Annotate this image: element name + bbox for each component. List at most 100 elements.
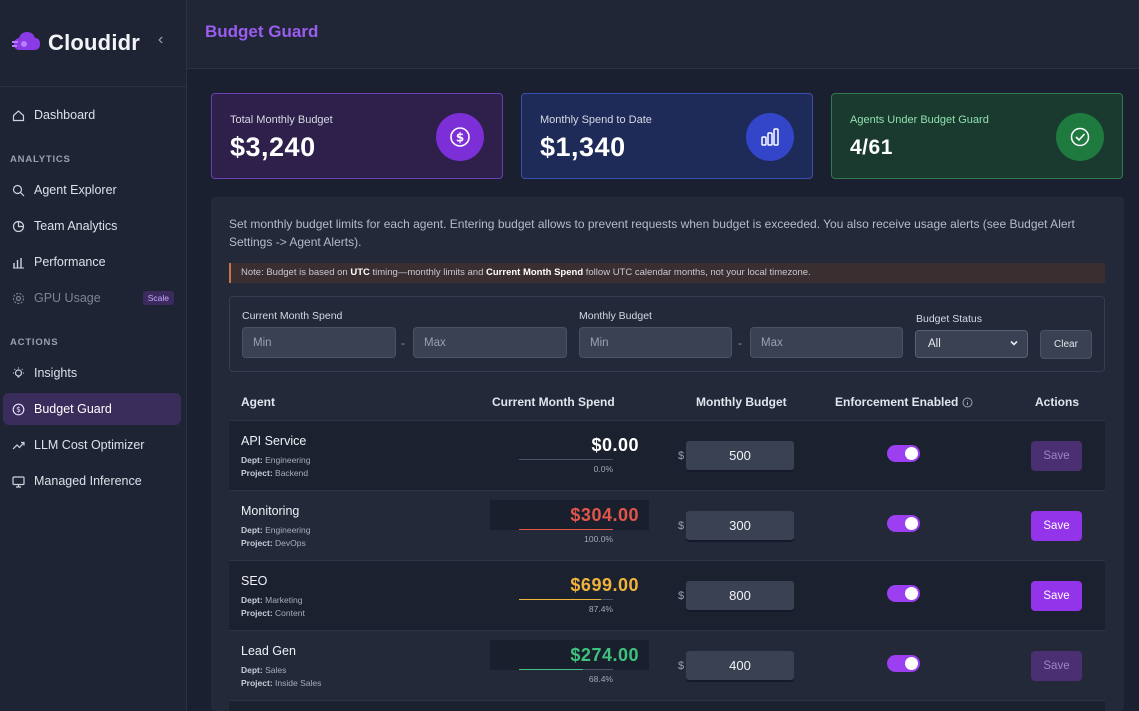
filter-label-spend: Current Month Spend [242, 310, 343, 322]
spend-progress [519, 529, 613, 530]
chevron-down-icon [1009, 338, 1019, 351]
enforcement-toggle[interactable] [887, 445, 920, 462]
filters: Current Month Spend Min - Max Monthly Bu… [229, 296, 1105, 372]
top-bar: Budget Guard [187, 0, 1139, 69]
sidebar-item-label: Dashboard [34, 108, 96, 122]
sidebar-item-team-analytics[interactable]: Team Analytics [3, 210, 181, 242]
section-label-analytics: ANALYTICS [10, 154, 71, 165]
sidebar-item-label: Team Analytics [34, 219, 118, 233]
sidebar-item-label: Budget Guard [34, 402, 112, 416]
lightbulb-icon [11, 366, 25, 380]
save-button[interactable]: Save [1031, 511, 1082, 541]
stat-card-total-budget: Total Monthly Budget $3,240 $ [211, 93, 503, 179]
brand-name: Cloudidr [48, 30, 141, 55]
currency-symbol: $ [678, 520, 685, 532]
stat-card-agents-guarded: Agents Under Budget Guard 4/61 [831, 93, 1123, 179]
agent-name: Lead Gen [241, 644, 296, 658]
gear-icon [11, 291, 25, 305]
spend-progress [519, 459, 613, 460]
current-spend: $274.00 [490, 640, 649, 670]
table-row: SEO Dept: Marketing Project: Content $69… [229, 560, 1105, 630]
budget-status-select[interactable]: All [915, 330, 1028, 358]
currency-symbol: $ [678, 450, 685, 462]
sidebar-item-gpu-usage[interactable]: GPU Usage Scale [3, 282, 181, 314]
dollar-circle-icon: $ [11, 402, 25, 416]
utc-note: Note: Budget is based on UTC timing—mont… [229, 263, 1105, 283]
agent-project: Project: DevOps [241, 538, 306, 548]
check-circle-icon [1056, 113, 1104, 161]
agent-dept: Dept: Engineering [241, 455, 311, 465]
enforcement-toggle[interactable] [887, 655, 920, 672]
spend-percent: 68.4% [588, 674, 613, 684]
budget-panel: Set monthly budget limits for each agent… [211, 197, 1124, 711]
dollar-circle-icon: $ [436, 113, 484, 161]
pie-chart-icon [11, 219, 25, 233]
agent-name: SEO [241, 574, 268, 588]
page-title: Budget Guard [205, 22, 319, 41]
save-button[interactable]: Save [1031, 581, 1082, 611]
spend-min-input[interactable]: Min [242, 327, 396, 358]
agent-project: Project: Backend [241, 468, 309, 478]
spend-percent: 87.4% [588, 604, 613, 614]
spend-progress-fill [519, 599, 602, 600]
current-spend: $699.00 [570, 574, 639, 595]
agent-name: Monitoring [241, 504, 300, 518]
spend-progress [519, 599, 613, 600]
agent-dept: Dept: Sales [241, 665, 287, 675]
info-icon[interactable] [962, 397, 973, 411]
table-row: Monitoring Dept: Engineering Project: De… [229, 490, 1105, 560]
budget-input[interactable]: 500 [686, 441, 794, 470]
range-separator: - [738, 336, 742, 350]
enforcement-toggle[interactable] [887, 515, 920, 532]
table-row: API Service Dept: Engineering Project: B… [229, 420, 1105, 490]
col-spend: Current Month Spend [492, 395, 615, 409]
sidebar-item-label: Managed Inference [34, 474, 142, 488]
clear-button[interactable]: Clear [1040, 330, 1092, 359]
agent-dept: Dept: Marketing [241, 595, 303, 605]
budget-input[interactable]: 400 [686, 651, 794, 680]
col-enforcement: Enforcement Enabled [835, 395, 959, 409]
sidebar-item-label: Insights [34, 366, 78, 380]
trending-up-icon [11, 438, 25, 452]
intro-text: Set monthly budget limits for each agent… [229, 217, 1075, 249]
collapse-sidebar-icon[interactable]: ‹ [158, 31, 163, 49]
col-agent: Agent [241, 395, 275, 409]
sidebar-item-llm-cost-optimizer[interactable]: LLM Cost Optimizer [3, 429, 181, 461]
budget-input[interactable]: 800 [686, 581, 794, 610]
spend-max-input[interactable]: Max [413, 327, 567, 358]
current-spend: $0.00 [591, 434, 639, 455]
sidebar-item-budget-guard[interactable]: $ Budget Guard [3, 393, 181, 425]
spend-percent: 0.0% [593, 464, 613, 474]
save-button[interactable]: Save [1031, 651, 1082, 681]
sidebar-item-performance[interactable]: Performance [3, 246, 181, 278]
table-row: Lead Gen Dept: Sales Project: Inside Sal… [229, 630, 1105, 700]
sidebar-item-insights[interactable]: Insights [3, 357, 181, 389]
search-icon [11, 183, 25, 197]
agent-name: API Service [241, 434, 307, 448]
agent-project: Project: Inside Sales [241, 678, 322, 688]
bar-chart-icon [746, 113, 794, 161]
spend-progress-fill [519, 529, 613, 530]
budget-min-input[interactable]: Min [579, 327, 732, 358]
enforcement-toggle[interactable] [887, 585, 920, 602]
save-button[interactable]: Save [1031, 441, 1082, 471]
sidebar-item-dashboard[interactable]: Dashboard [3, 99, 181, 131]
col-budget: Monthly Budget [696, 395, 787, 409]
spend-progress [519, 669, 613, 670]
bar-chart-icon [11, 255, 25, 269]
budget-input[interactable]: 300 [686, 511, 794, 540]
sidebar-item-label: Performance [34, 255, 106, 269]
table-header: Agent Current Month Spend Monthly Budget… [229, 388, 1105, 420]
sidebar-item-label: Agent Explorer [34, 183, 117, 197]
filter-label-status: Budget Status [916, 313, 982, 325]
sidebar-item-agent-explorer[interactable]: Agent Explorer [3, 174, 181, 206]
home-icon [11, 108, 25, 122]
currency-symbol: $ [678, 590, 685, 602]
svg-text:$: $ [456, 131, 464, 145]
monitor-icon [11, 474, 25, 488]
agent-dept: Dept: Engineering [241, 525, 311, 535]
budget-max-input[interactable]: Max [750, 327, 903, 358]
cloudidr-logo-icon [12, 30, 42, 56]
current-spend: $304.00 [490, 500, 649, 530]
sidebar-item-managed-inference[interactable]: Managed Inference [3, 465, 181, 497]
